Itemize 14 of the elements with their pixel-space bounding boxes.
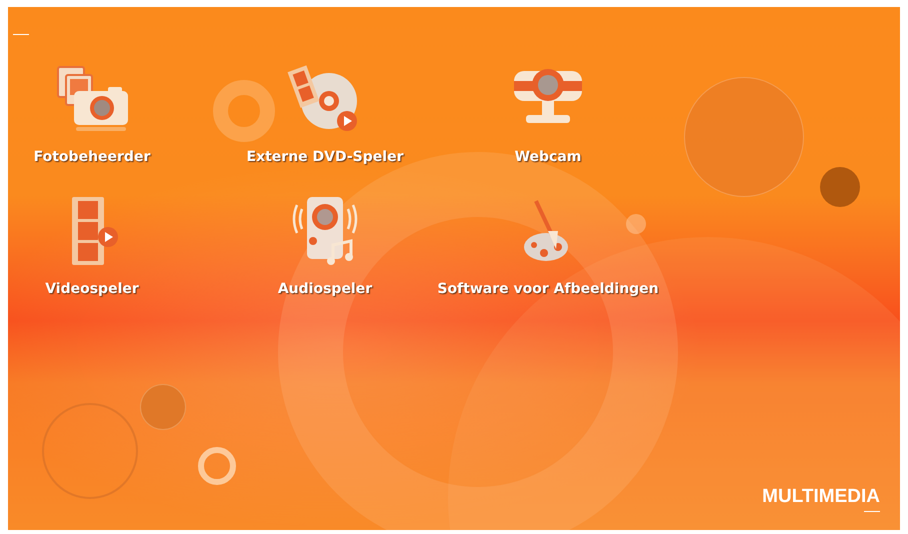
app-launcher[interactable]: Externe DVD-Speler [246,63,404,165]
app-launcher[interactable]: Videospeler [45,195,139,297]
ring-decoration [198,447,236,485]
dash-mark [13,34,29,35]
dot-decoration [140,384,186,430]
app-launcher[interactable]: Webcam [508,63,588,165]
app-launcher[interactable]: Fotobeheerder [34,63,150,165]
dot-decoration [820,167,860,207]
dash-mark [864,511,880,512]
app-launcher[interactable]: Software voor Afbeeldingen [437,195,659,297]
dot-decoration [626,214,646,234]
brand-label: MULTIMEDIA [762,486,880,508]
app-launcher[interactable]: Audiospeler [278,195,372,297]
ring-decoration [213,80,275,142]
